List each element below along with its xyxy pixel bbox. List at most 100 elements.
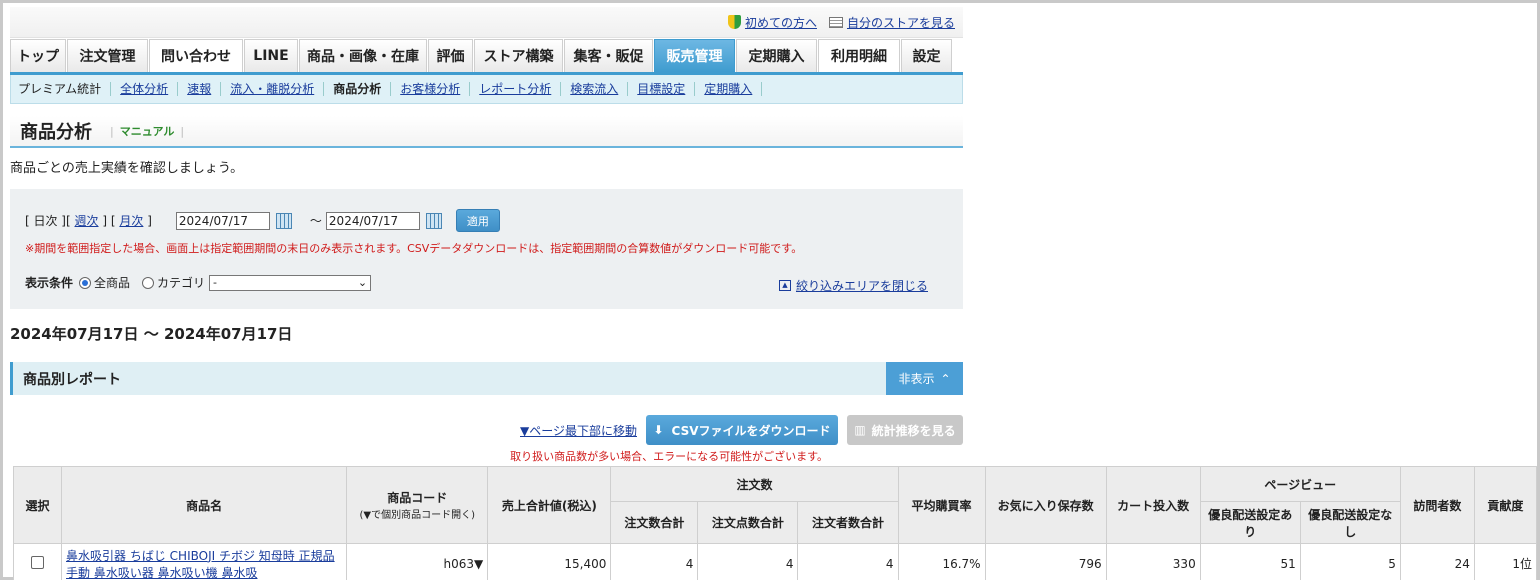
th-pageview: ページビュー: [1199, 466, 1401, 502]
period-monthly-link[interactable]: 月次: [119, 214, 143, 228]
chart-icon: ▥: [854, 423, 866, 437]
category-select-value: -: [213, 276, 218, 289]
th-order-total: 注文数合計: [610, 501, 699, 544]
tab-inquiry[interactable]: 問い合わせ: [149, 39, 243, 72]
th-orderers: 注文者数合計: [797, 501, 899, 544]
subnav-search[interactable]: 検索流入: [561, 82, 629, 96]
radio-category[interactable]: カテゴリ: [142, 274, 205, 291]
subnav-overall[interactable]: 全体分析: [111, 82, 179, 96]
subnav-product-analysis[interactable]: 商品分析: [324, 82, 392, 96]
section-title: 商品別レポート: [23, 371, 121, 388]
page-description: 商品ごとの売上実績を確認しましょう。: [10, 161, 244, 176]
period-daily: [ 日次 ]: [25, 214, 66, 228]
table-row: 鼻水吸引器 ちばじ CHIBOJI チボジ 知母時 正規品 手動 鼻水吸い器 鼻…: [12, 543, 1538, 580]
tab-sales-mgmt[interactable]: 販売管理: [654, 39, 735, 72]
beginner-link[interactable]: 初めての方へ: [727, 14, 817, 31]
subnav-flash-link[interactable]: 速報: [187, 82, 211, 96]
subnav-subscription[interactable]: 定期購入: [695, 82, 763, 96]
th-order-items: 注文点数合計: [697, 501, 799, 544]
row-fav: 796: [984, 543, 1107, 580]
calendar-icon[interactable]: [275, 212, 292, 229]
tab-settings[interactable]: 設定: [901, 39, 952, 72]
subnav-traffic-link[interactable]: 流入・離脱分析: [230, 82, 314, 96]
th-avg-rate: 平均購買率: [897, 466, 986, 544]
tab-promotion[interactable]: 集客・販促: [564, 39, 653, 72]
subnav-subscription-link[interactable]: 定期購入: [704, 82, 752, 96]
th-select: 選択: [12, 466, 63, 544]
tab-reviews[interactable]: 評価: [428, 39, 473, 72]
beginner-link-text[interactable]: 初めての方へ: [745, 14, 817, 31]
chevron-down-icon: ⌄: [357, 276, 368, 289]
tab-subscription[interactable]: 定期購入: [736, 39, 817, 72]
subnav-search-link[interactable]: 検索流入: [570, 82, 618, 96]
hide-button[interactable]: 非表示 ⌃: [886, 362, 963, 395]
close-filter[interactable]: ▲ 絞り込みエリアを閉じる: [778, 277, 928, 294]
subnav-traffic[interactable]: 流入・離脱分析: [221, 82, 325, 96]
jump-to-bottom-link[interactable]: ▼ページ最下部に移動: [520, 422, 637, 439]
row-avg-rate: 16.7%: [897, 543, 986, 580]
radio-empty-icon[interactable]: [142, 276, 155, 289]
row-checkbox[interactable]: [31, 555, 45, 569]
beginner-mark-icon: [727, 15, 741, 29]
subnav-overall-link[interactable]: 全体分析: [120, 82, 168, 96]
subnav-goal-link[interactable]: 目標設定: [637, 82, 685, 96]
table-header-row: 選択 商品名 商品コード (▼で個別商品コード開く) 売上合計値(税込) 注文数 …: [12, 466, 1538, 544]
subnav-customer-link[interactable]: お客様分析: [400, 82, 460, 96]
subnav-report[interactable]: レポート分析: [470, 82, 562, 96]
subnav-customer[interactable]: お客様分析: [391, 82, 471, 96]
tab-billing[interactable]: 利用明細: [818, 39, 900, 72]
th-cart: カート投入数: [1105, 466, 1201, 544]
stats-trend-button[interactable]: ▥ 統計推移を見る: [847, 415, 963, 445]
th-code-label: 商品コード: [387, 491, 448, 505]
download-icon: ⬇: [653, 423, 664, 437]
store-link-text[interactable]: 自分のストアを見る: [847, 14, 955, 31]
top-links: 初めての方へ 自分のストアを見る: [10, 7, 963, 38]
tab-top[interactable]: トップ: [10, 39, 66, 72]
chevron-up-icon: ⌃: [940, 371, 951, 386]
date-to-input[interactable]: 2024/07/17: [325, 211, 420, 230]
calendar-icon[interactable]: [425, 212, 442, 229]
csv-download-button[interactable]: ⬇ CSVファイルをダウンロード: [646, 415, 838, 445]
tab-orders[interactable]: 注文管理: [67, 39, 148, 72]
date-from-input[interactable]: 2024/07/17: [175, 211, 270, 230]
radio-all-products[interactable]: 全商品: [79, 274, 130, 291]
row-cart: 330: [1105, 543, 1201, 580]
radio-selected-icon[interactable]: [79, 276, 92, 289]
row-pv-no: 5: [1299, 543, 1401, 580]
th-visitors: 訪問者数: [1399, 466, 1475, 544]
filter-panel: [ 日次 ][ 週次 ] [ 月次 ] 2024/07/17 ～ 2024/07…: [10, 189, 963, 309]
page-title: 商品分析: [20, 122, 92, 143]
row-orderers: 4: [797, 543, 899, 580]
sub-nav: プレミアム統計 全体分析 速報 流入・離脱分析 商品分析 お客様分析 レポート分…: [10, 75, 963, 104]
row-select-cell: [12, 543, 63, 580]
row-code-cell[interactable]: h063▼: [346, 543, 489, 580]
row-order-items: 4: [697, 543, 799, 580]
page-wrapper: 初めての方へ 自分のストアを見る トップ 注文管理 問い合わせ LINE 商品・…: [10, 7, 963, 464]
store-link[interactable]: 自分のストアを見る: [828, 14, 955, 31]
date-separator: ～: [309, 214, 322, 228]
period-weekly-link[interactable]: 週次: [75, 214, 99, 228]
subnav-flash[interactable]: 速報: [178, 82, 222, 96]
category-select[interactable]: - ⌄: [209, 274, 372, 291]
subnav-premium: プレミアム統計: [16, 82, 112, 96]
row-sales: 15,400: [487, 543, 612, 580]
subnav-report-link[interactable]: レポート分析: [479, 82, 551, 96]
stats-trend-label: 統計推移を見る: [871, 423, 956, 438]
th-name: 商品名: [61, 466, 348, 544]
hide-button-label: 非表示: [898, 372, 935, 386]
error-warning: 取り扱い商品数が多い場合、エラーになる可能性がございます。: [510, 450, 828, 463]
product-name-link[interactable]: 鼻水吸引器 ちばじ CHIBOJI チボジ 知母時 正規品 手動 鼻水吸い器 鼻…: [66, 549, 335, 580]
manual-link[interactable]: マニュアル: [104, 123, 190, 139]
tab-store-build[interactable]: ストア構築: [474, 39, 563, 72]
tab-items[interactable]: 商品・画像・在庫: [299, 39, 427, 72]
close-filter-link[interactable]: 絞り込みエリアを閉じる: [796, 277, 928, 294]
subnav-goal[interactable]: 目標設定: [628, 82, 696, 96]
period-weekly-close: ] [: [102, 214, 116, 228]
th-pv-no: 優良配送設定なし: [1299, 501, 1401, 544]
apply-button[interactable]: 適用: [455, 209, 500, 232]
th-pv-yes: 優良配送設定あり: [1199, 501, 1301, 544]
collapse-up-icon: ▲: [778, 280, 791, 291]
subnav-product-analysis-text[interactable]: 商品分析: [333, 82, 381, 96]
range-note: ※期間を範囲指定した場合、画面上は指定範囲期間の末日のみ表示されます。CSVデー…: [25, 242, 803, 255]
tab-line[interactable]: LINE: [244, 39, 298, 72]
